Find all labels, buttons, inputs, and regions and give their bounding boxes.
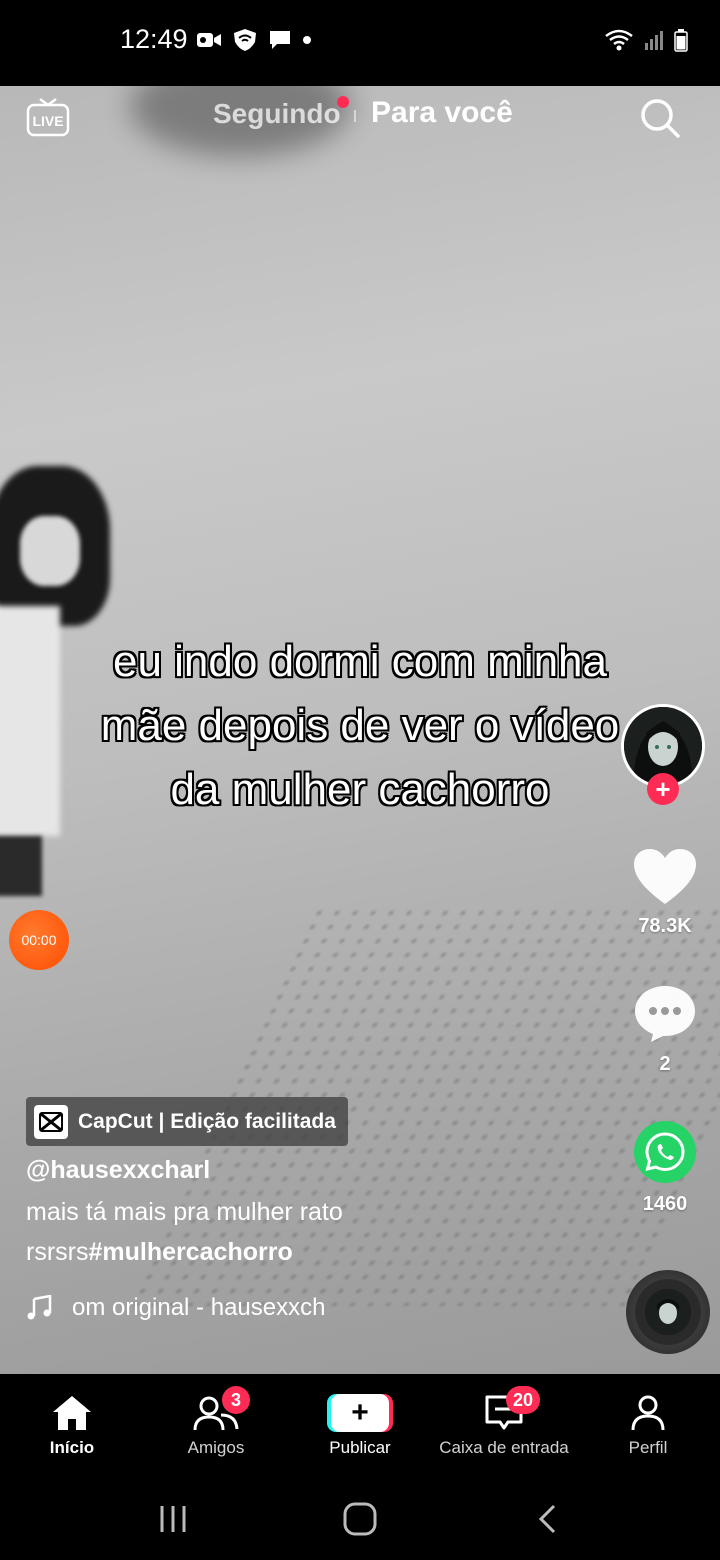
nav-profile[interactable]: Perfil: [568, 1392, 720, 1458]
home-icon: [53, 1396, 91, 1430]
recent-apps-icon[interactable]: [158, 1504, 188, 1534]
capcut-badge[interactable]: CapCut | Edição facilitada: [26, 1097, 348, 1146]
caption-line: mãe depois de ver o vídeo: [100, 701, 620, 750]
heart-icon: [634, 849, 696, 904]
like-count: 78.3K: [638, 915, 692, 937]
nav-home[interactable]: Início: [0, 1392, 152, 1458]
bottom-nav: Início 3 Amigos + Publicar 20 Caixa de e…: [0, 1374, 720, 1474]
like-button[interactable]: 78.3K: [624, 848, 706, 938]
home-button-icon[interactable]: [343, 1502, 377, 1536]
system-navigation: [0, 1474, 720, 1560]
post-description-line2: rsrsrs#mulhercachorro: [26, 1238, 293, 1267]
inbox-badge: 20: [506, 1386, 541, 1414]
nav-friends-label: Amigos: [187, 1438, 245, 1457]
capcut-icon: [34, 1104, 68, 1139]
description-text: rsrsrs: [26, 1238, 89, 1266]
sound-row[interactable]: om original - hausexxch: [26, 1294, 325, 1322]
comment-count: 2: [659, 1053, 671, 1075]
signal-icon: [645, 31, 663, 50]
tab-separator: [354, 110, 356, 122]
nav-friends[interactable]: 3 Amigos: [136, 1386, 296, 1458]
whatsapp-icon: [634, 1121, 696, 1183]
nav-publish-label: Publicar: [329, 1438, 391, 1457]
nav-home-label: Início: [49, 1438, 95, 1457]
music-note-icon: [27, 1295, 52, 1320]
search-icon[interactable]: [639, 97, 681, 139]
nav-inbox-label: Caixa de entrada: [439, 1438, 569, 1457]
comment-icon: [635, 986, 695, 1042]
back-icon[interactable]: [536, 1503, 558, 1535]
dot-icon: [303, 36, 311, 44]
profile-icon: [631, 1395, 665, 1431]
music-disc[interactable]: [626, 1270, 710, 1354]
timer-bubble[interactable]: 00:00: [9, 910, 69, 970]
plus-icon: +: [331, 1394, 389, 1432]
share-button[interactable]: 1460: [624, 1120, 706, 1216]
post-description: mais tá mais pra mulher rato: [26, 1198, 343, 1226]
battery-icon: [674, 29, 688, 52]
tab-following[interactable]: Seguindo: [213, 98, 341, 130]
music-disc-cover: [645, 1289, 691, 1335]
sound-name: om original - hausexxch: [72, 1294, 326, 1321]
hashtag-link[interactable]: #mulhercachorro: [88, 1238, 292, 1266]
video-camera-icon: [197, 33, 221, 47]
caption-line: eu indo dormi com minha: [112, 637, 607, 686]
wifi-icon: [605, 29, 633, 51]
chat-bubble-icon: [270, 31, 290, 49]
shield-wifi-icon: [234, 29, 256, 51]
nav-inbox[interactable]: 20 Caixa de entrada: [424, 1386, 584, 1458]
tab-for-you[interactable]: Para você: [371, 96, 513, 130]
friends-badge: 3: [222, 1386, 250, 1414]
follow-button[interactable]: +: [647, 773, 679, 805]
share-count: 1460: [642, 1193, 688, 1215]
status-bar: 12:49: [0, 0, 720, 86]
capcut-label: CapCut | Edição facilitada: [78, 1109, 336, 1133]
status-notification-icons: [196, 28, 312, 52]
nav-publish[interactable]: + Publicar: [280, 1392, 440, 1458]
timer-text: 00:00: [21, 932, 57, 948]
status-system-icons: [604, 28, 688, 52]
creator-username[interactable]: @hausexxcharl: [26, 1156, 210, 1185]
comment-button[interactable]: 2: [624, 984, 706, 1076]
video-caption: eu indo dormi com minha mãe depois de ve…: [60, 630, 660, 822]
feed-tabs: Seguindo Para você: [0, 96, 720, 136]
nav-profile-label: Perfil: [628, 1438, 668, 1457]
status-time: 12:49: [120, 24, 188, 54]
caption-line: da mulher cachorro: [170, 765, 550, 814]
following-new-dot: [337, 96, 349, 108]
